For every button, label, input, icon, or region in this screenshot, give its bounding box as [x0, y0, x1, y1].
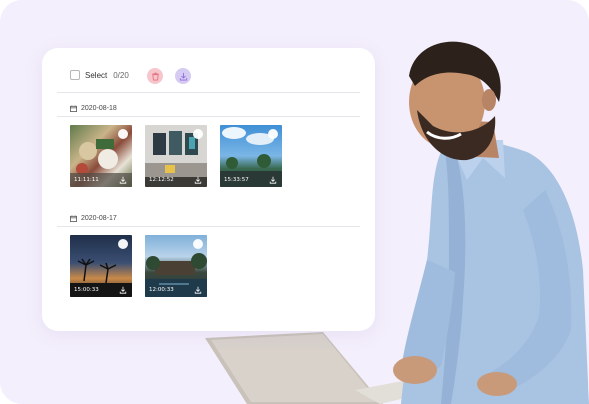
photo-thumbnail[interactable]: 12:00:33 — [145, 235, 207, 297]
select-all-checkbox[interactable] — [70, 70, 80, 80]
photo-time: 15:33:57 — [224, 177, 249, 183]
photo-thumbnail[interactable]: 15:00:33 — [70, 235, 132, 297]
selected-count: 0/20 — [113, 70, 129, 80]
photo-thumbnail[interactable]: 11:11:11 — [70, 125, 132, 187]
download-icon[interactable] — [269, 176, 277, 184]
calendar-icon — [70, 105, 77, 112]
select-label: Select — [85, 70, 108, 80]
photo-time: 12:00:33 — [149, 287, 174, 293]
delete-button[interactable] — [147, 68, 163, 84]
selection-toolbar: Select 0/20 — [70, 70, 129, 80]
photo-time: 15:00:33 — [74, 287, 99, 293]
date-label: 2020-08-18 — [81, 105, 117, 112]
select-circle[interactable] — [268, 129, 278, 139]
select-circle[interactable] — [118, 129, 128, 139]
photo-time: 11:11:11 — [74, 177, 99, 183]
download-icon[interactable] — [194, 286, 202, 294]
download-icon — [179, 72, 187, 81]
divider — [57, 92, 360, 93]
date-label: 2020-08-17 — [81, 215, 117, 222]
download-icon[interactable] — [119, 286, 127, 294]
download-icon[interactable] — [194, 176, 202, 184]
photo-time: 12:12:52 — [149, 177, 174, 183]
calendar-icon — [70, 215, 77, 222]
photo-thumbnail[interactable]: 15:33:57 — [220, 125, 282, 187]
date-header: 2020-08-17 — [70, 215, 117, 222]
photo-gallery-card: Select 0/20 2020-08-18 11:11:11 12:12:52… — [42, 48, 375, 331]
download-icon[interactable] — [119, 176, 127, 184]
date-header: 2020-08-18 — [70, 105, 117, 112]
select-circle[interactable] — [193, 129, 203, 139]
photo-thumbnail[interactable]: 12:12:52 — [145, 125, 207, 187]
divider — [57, 226, 360, 227]
download-button[interactable] — [175, 68, 191, 84]
trash-icon — [151, 72, 159, 81]
select-circle[interactable] — [193, 239, 203, 249]
select-circle[interactable] — [118, 239, 128, 249]
divider — [57, 116, 360, 117]
